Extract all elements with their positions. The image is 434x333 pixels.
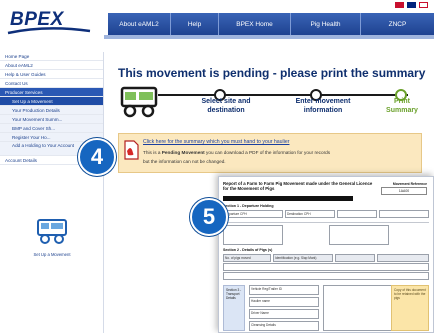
header: BPEX About eAML2 Help BPEX Home Pig Heal… [0, 0, 434, 48]
step-truck-icon [120, 86, 158, 118]
step-badge-4: 4 [78, 138, 116, 176]
sidebar-item-production-details[interactable]: Your Production Details [0, 106, 103, 115]
download-summary-link[interactable]: Click here for the summary which you mus… [143, 139, 289, 145]
doc-blank-cell [377, 254, 429, 262]
pdf-icon [124, 140, 139, 160]
section-departure: Section 1 - Departure Holding [223, 204, 274, 208]
nav-about[interactable]: About eAML2 [108, 13, 170, 35]
sidebar: Home Page About eAML2 Help & User Guides… [0, 52, 104, 333]
page-title: This movement is pending - please print … [118, 66, 426, 80]
doc-blank-cell [223, 263, 429, 271]
doc-blank-cell [379, 210, 429, 218]
pending-text-prefix: This is a [143, 150, 162, 155]
section-transport: Section 3 - Transport Details [223, 285, 245, 331]
pending-note: but the information can not be changed. [143, 159, 226, 164]
nav-subbar [104, 35, 434, 39]
doc-divider [223, 222, 429, 223]
top-navigation: About eAML2 Help BPEX Home Pig Health ZN… [108, 13, 434, 35]
step-print-summary: Print Summary [386, 98, 418, 114]
document-header-bar [223, 196, 353, 201]
doc-blank-cell [223, 272, 429, 280]
nav-help[interactable]: Help [170, 13, 218, 35]
sidebar-item-set-up-movement[interactable]: Set Up a Movement [0, 97, 103, 106]
step-enter-info: Enter movement information [295, 98, 351, 114]
sidebar-item-bmp-cover[interactable]: BMP and Cover Sh... [0, 124, 103, 133]
nav-pig-health[interactable]: Pig Health [290, 13, 360, 35]
sidebar-item-producer-services[interactable]: Producer Services [0, 88, 103, 97]
destination-cph-cell: Destination CPH [285, 210, 335, 218]
progress-steps: Select site and destination Enter moveme… [118, 82, 418, 128]
step-select-site: Select site and destination [201, 98, 251, 114]
sidebar-item-help[interactable]: Help & User Guides [0, 70, 103, 79]
truck-icon [37, 219, 67, 244]
doc-blank-cell [329, 225, 389, 245]
step-badge-5: 5 [190, 198, 228, 236]
sidebar-item-contact[interactable]: Contact Us [0, 79, 103, 88]
logo-swoosh-icon [7, 27, 91, 35]
section-transport-label: Section 3 - Transport Details [226, 288, 242, 300]
progress-line [158, 89, 408, 101]
doc-blank-cell [223, 225, 283, 245]
identification-cell: Identification (e.g. Slap Mark) [273, 254, 333, 262]
pigs-moved-cell: No. of pigs moved [223, 254, 271, 262]
sidebar-item-movement-summary[interactable]: Your Movement Summ... [0, 115, 103, 124]
pending-text-suffix: you can download a PDF of the informatio… [204, 150, 331, 155]
movement-reference-label: Movement Reference [392, 182, 427, 186]
flag-icon[interactable] [407, 2, 416, 8]
doc-blank-cell [323, 285, 393, 331]
nav-zncp[interactable]: ZNCP [360, 13, 434, 35]
driver-cell: Driver Name [249, 309, 319, 319]
doc-blank-cell [337, 210, 377, 218]
sidebar-item-about[interactable]: About eAML2 [0, 61, 103, 70]
flag-icon[interactable] [419, 2, 428, 8]
document-title: Report of a Farm to Farm Pig Movement ma… [223, 181, 373, 191]
pending-description: This is a Pending Movement you can downl… [143, 150, 330, 155]
retention-note: Copy of this document to be retained wit… [391, 285, 429, 331]
summary-document-preview: Report of a Farm to Farm Pig Movement ma… [218, 176, 434, 333]
pending-text-bold: Pending Movement [161, 150, 205, 155]
set-up-movement-shortcut[interactable]: Set Up a Movement [22, 217, 82, 257]
vehicle-reg-cell: Vehicle Reg/Trailer ID [249, 285, 319, 295]
nav-bpex-home[interactable]: BPEX Home [218, 13, 290, 35]
haulier-cell: Haulier name [249, 297, 319, 307]
section-pigs: Section 2 - Details of Pigs (s) [223, 248, 273, 252]
departure-cph-cell: Departure CPH [223, 210, 283, 218]
doc-blank-cell [335, 254, 375, 262]
pending-info-box: Click here for the summary which you mus… [118, 133, 422, 173]
cleansing-cell: Cleansing Details [249, 321, 319, 331]
movement-reference-value: 1AA00 [381, 187, 427, 195]
set-up-movement-label: Set Up a Movement [33, 252, 71, 257]
flag-icon[interactable] [395, 2, 404, 8]
language-flags[interactable] [395, 2, 428, 8]
sidebar-item-home[interactable]: Home Page [0, 52, 103, 61]
